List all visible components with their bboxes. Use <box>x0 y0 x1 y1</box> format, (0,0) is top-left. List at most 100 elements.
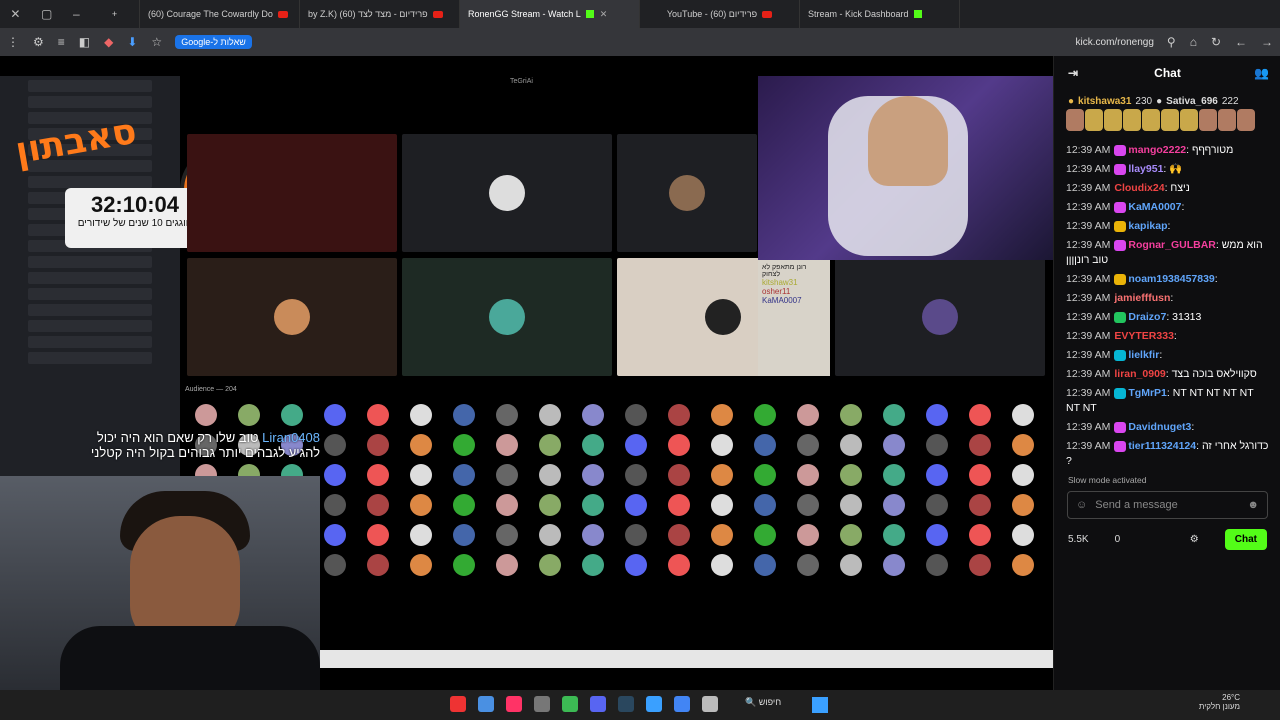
emote-picker-icon[interactable]: ☺ <box>1076 499 1087 511</box>
audience-member <box>830 554 873 576</box>
bookmark-chip[interactable]: Google-שאלות ל <box>175 35 252 49</box>
download-icon[interactable]: ⬇ <box>127 35 137 49</box>
audience-member <box>529 524 572 546</box>
audience-label: Audience — 204 <box>185 386 237 393</box>
chat-footer: 5.5K 0 ⚙ Chat <box>1054 519 1280 560</box>
gifter-name[interactable]: kitshawa31 <box>1078 96 1131 107</box>
message-username[interactable]: TgMrP1 <box>1128 387 1167 399</box>
message-username[interactable]: jamiefffusn <box>1114 292 1170 304</box>
collapse-chat-icon[interactable]: ⇥ <box>1068 66 1078 80</box>
stream-video[interactable]: סאבתון 32:10:04 חוגגים 10 שנים של שידורי… <box>0 56 1053 690</box>
home-icon[interactable]: ⌂ <box>1190 35 1197 49</box>
audience-avatar <box>496 554 518 576</box>
extension-red-icon[interactable]: ◆ <box>104 35 113 49</box>
chat-message: 12:39 AM liran_0909: סקווילאס בוכה בצד <box>1066 367 1269 382</box>
tune-icon[interactable]: ≡ <box>58 35 65 49</box>
star-icon[interactable]: ☆ <box>151 35 162 49</box>
tab-fridium[interactable]: by Z.K) (60) פרידיום - מצד לצד <box>300 0 460 28</box>
forward-icon[interactable]: → <box>1261 35 1273 49</box>
extensions-icon[interactable]: ⚙ <box>33 35 44 49</box>
message-username[interactable]: tier111324124 <box>1128 440 1196 452</box>
settings-gear-icon[interactable]: ⚙ <box>1190 534 1199 545</box>
app2-icon[interactable] <box>646 696 662 712</box>
message-username[interactable]: Draizo7 <box>1128 311 1166 323</box>
chat-message: 12:39 AM jamiefffusn: <box>1066 291 1269 306</box>
audience-avatar <box>1012 434 1034 456</box>
new-tab-button[interactable]: + <box>90 0 140 28</box>
windows-start-icon[interactable] <box>812 697 828 713</box>
message-username[interactable]: noam1938457839 <box>1128 273 1214 285</box>
tab-courage[interactable]: (60) Courage The Cowardly Do <box>140 0 300 28</box>
audience-member <box>400 464 443 486</box>
audience-avatar <box>496 434 518 456</box>
audience-avatar <box>668 404 690 426</box>
audience-member <box>701 464 744 486</box>
message-username[interactable]: llay951 <box>1128 163 1163 175</box>
app3-icon[interactable] <box>674 696 690 712</box>
weather-widget[interactable]: 26°C מעונן חלקית <box>1199 693 1240 711</box>
message-username[interactable]: kapikap <box>1128 220 1167 232</box>
puzzle-icon[interactable]: ◧ <box>79 35 90 49</box>
sub-badge-icon <box>1114 220 1127 232</box>
close-tab-icon[interactable]: ✕ <box>600 9 608 20</box>
minimize-window-icon[interactable]: – <box>73 7 80 21</box>
audience-avatar <box>539 494 561 516</box>
app-icon[interactable] <box>534 696 550 712</box>
emote-row <box>1066 109 1269 139</box>
top-gifters: ● kitshawa31 230 ● Sativa_696 222 <box>1054 90 1280 109</box>
close-window-icon[interactable]: ✕ <box>10 7 20 21</box>
chat-input[interactable]: ☺ Send a message ☻ <box>1067 491 1268 519</box>
steam-icon[interactable] <box>478 696 494 712</box>
tiktok-icon[interactable] <box>506 696 522 712</box>
audience-member <box>830 494 873 516</box>
users-icon[interactable]: 👥 <box>1254 66 1269 80</box>
audience-avatar <box>754 464 776 486</box>
message-timestamp: 12:39 AM <box>1066 440 1111 452</box>
message-username[interactable]: mango2222 <box>1128 144 1186 156</box>
message-timestamp: 12:39 AM <box>1066 292 1111 304</box>
message-username[interactable]: Cloudix24 <box>1114 182 1164 194</box>
audience-member <box>916 554 959 576</box>
audience-member <box>1002 434 1045 456</box>
audience-avatar <box>840 434 862 456</box>
send-chat-button[interactable]: Chat <box>1224 529 1267 550</box>
audience-avatar <box>1012 524 1034 546</box>
message-username[interactable]: KaMA0007 <box>1128 201 1181 213</box>
chrome-icon[interactable] <box>562 696 578 712</box>
message-username[interactable]: lielkfir <box>1128 349 1159 361</box>
audience-avatar <box>711 404 733 426</box>
opera-icon[interactable] <box>450 696 466 712</box>
audience-member <box>658 404 701 426</box>
steam2-icon[interactable] <box>618 696 634 712</box>
colon: : <box>1181 201 1185 213</box>
audience-member <box>916 494 959 516</box>
slow-mode-notice: Slow mode activated <box>1068 475 1147 485</box>
maximize-window-icon[interactable]: ▢ <box>41 7 52 21</box>
reload-icon[interactable]: ↻ <box>1211 35 1221 49</box>
search-label: חיפוש <box>758 697 782 707</box>
taskbar-search[interactable]: 🔍 חיפוש <box>745 697 781 708</box>
tab-youtube[interactable]: YouTube - (60) פרידיום <box>640 0 800 28</box>
audience-avatar <box>410 404 432 426</box>
back-icon[interactable]: ← <box>1235 35 1247 49</box>
message-username[interactable]: EVYTER333 <box>1114 330 1174 342</box>
message-username[interactable]: Davidnuget3 <box>1128 421 1191 433</box>
audience-avatar <box>453 554 475 576</box>
audience-member <box>830 404 873 426</box>
message-username[interactable]: Rognar_GULBAR <box>1128 239 1216 251</box>
url-field[interactable]: kick.com/ronengg <box>1076 37 1154 48</box>
menu-icon[interactable]: ⋮ <box>7 35 19 49</box>
audience-avatar <box>367 434 389 456</box>
tab-ronengg[interactable]: RonenGG Stream - Watch L ✕ <box>460 0 640 28</box>
tab-kick-dashboard[interactable]: Stream - Kick Dashboard <box>800 0 960 28</box>
sub-badge-icon <box>1114 421 1127 433</box>
emoji-icon[interactable]: ☻ <box>1247 499 1259 511</box>
calculator-icon[interactable] <box>702 696 718 712</box>
subtitle-line1: טוב שלו רק שאם הוא היה יכול <box>96 430 259 445</box>
site-settings-icon[interactable]: ⚲ <box>1167 35 1176 49</box>
gifter-name[interactable]: Sativa_696 <box>1166 96 1218 107</box>
discord-icon[interactable] <box>590 696 606 712</box>
message-timestamp: 12:39 AM <box>1066 330 1111 342</box>
audience-avatar <box>969 434 991 456</box>
message-username[interactable]: liran_0909 <box>1114 368 1165 380</box>
